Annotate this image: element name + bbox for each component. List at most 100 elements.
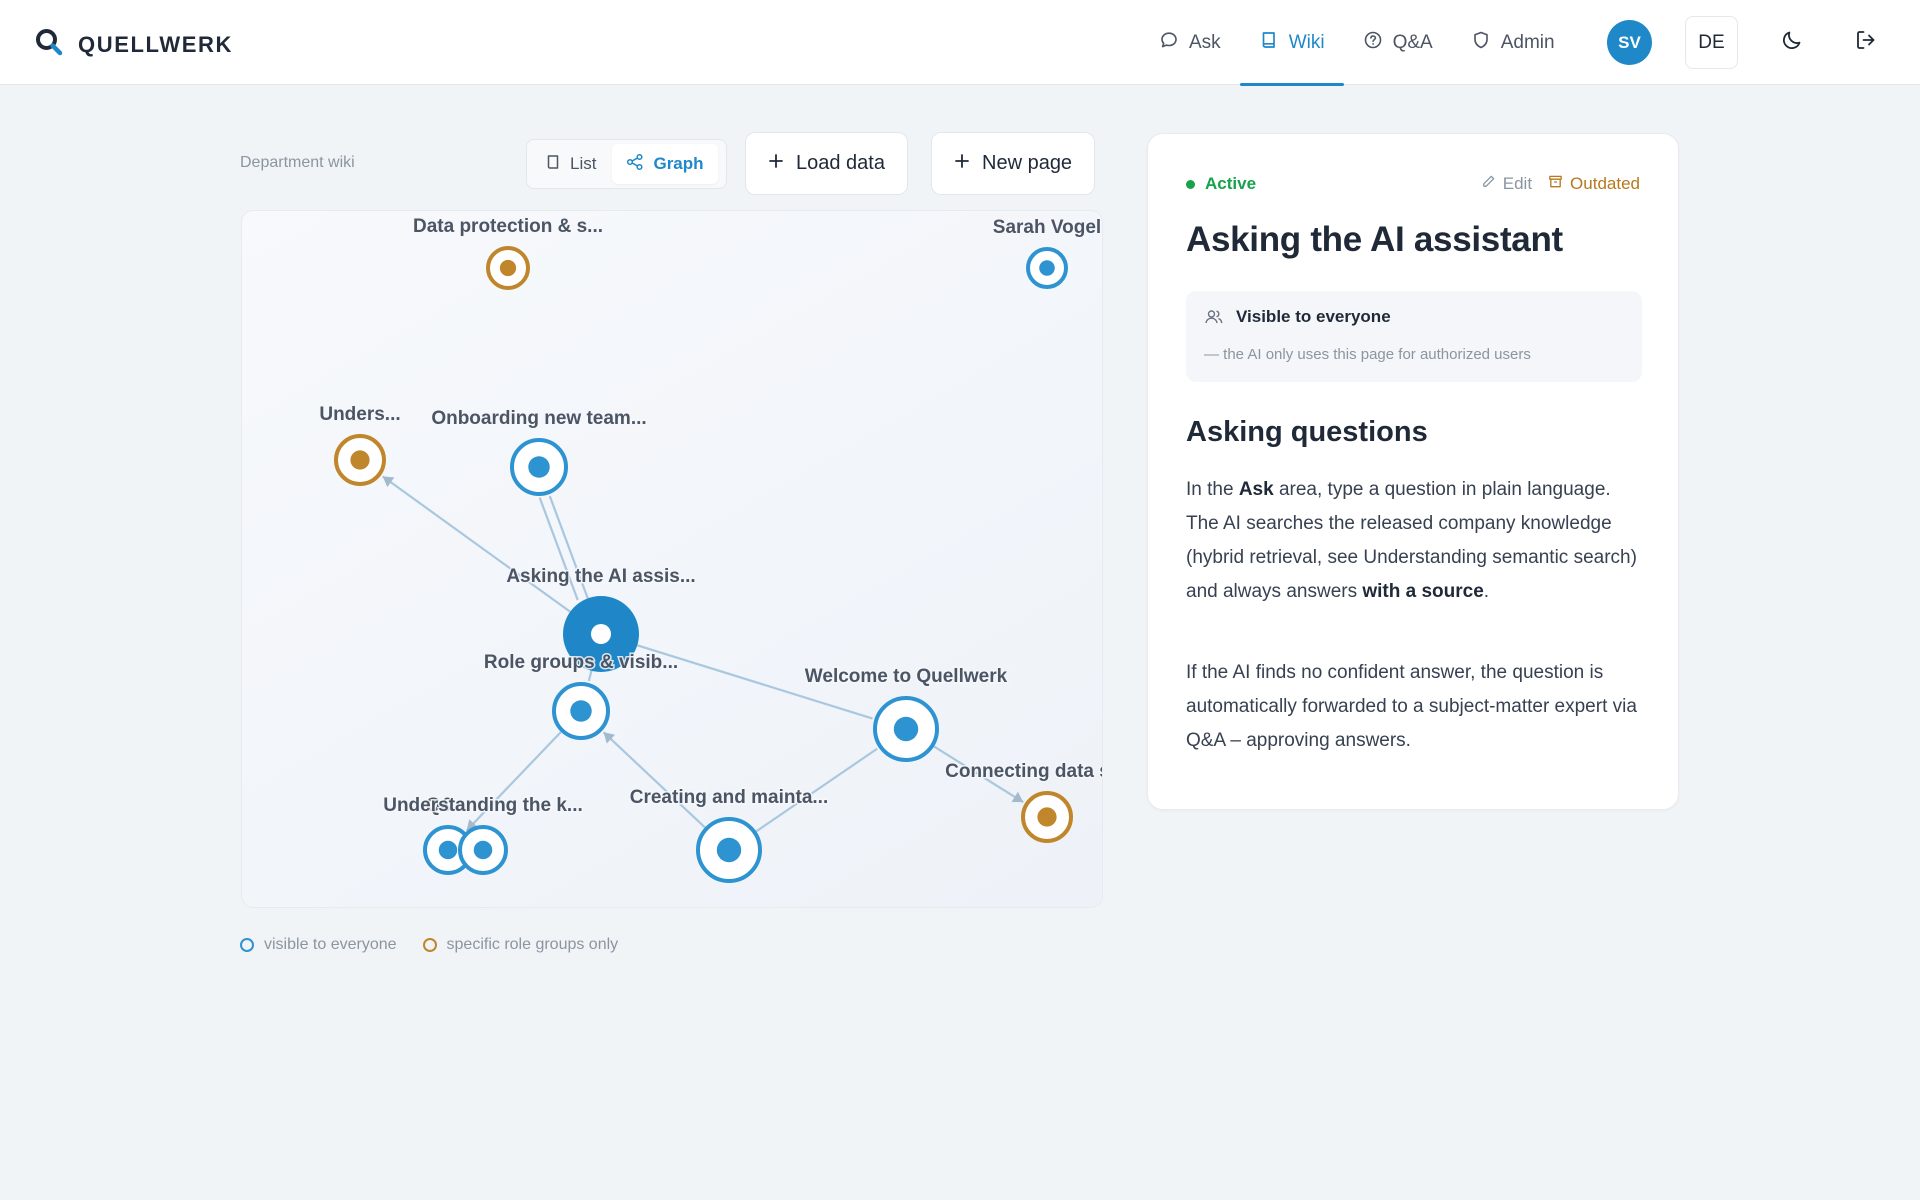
main-nav: Ask Wiki Q&A Admin — [1140, 0, 1574, 86]
theme-toggle-button[interactable] — [1774, 24, 1810, 60]
graph-node-label: Role groups & visib... — [484, 652, 678, 673]
graph-node-dataprot[interactable] — [486, 246, 530, 290]
graph-node-dot — [350, 450, 370, 470]
graph-canvas[interactable]: Data protection & s... Sarah Vogel Unders.… — [242, 211, 1103, 908]
edit-button[interactable]: Edit — [1481, 174, 1532, 194]
p1-bold-ask: Ask — [1238, 479, 1274, 500]
nav-ask[interactable]: Ask — [1140, 0, 1240, 85]
legend-public-label: visible to everyone — [264, 936, 397, 953]
view-list-button[interactable]: List — [531, 144, 610, 184]
logo-search-icon — [34, 27, 64, 62]
graph-node-label: Creating and mainta... — [630, 787, 828, 808]
graph-node-label: Onboarding new team... — [431, 408, 646, 429]
graph-node-label: Data protection & s... — [413, 216, 603, 237]
top-bar: QUELLWERK Ask Wiki Q&A Admin SV DE — [0, 0, 1920, 86]
visibility-note: — the AI only uses this page for authori… — [1204, 346, 1531, 363]
shield-icon — [1471, 30, 1491, 56]
graph-node-label: Unders... — [319, 404, 400, 425]
nav-wiki-label: Wiki — [1288, 31, 1325, 53]
graph-node-dot — [716, 837, 742, 863]
load-data-label: Load data — [796, 152, 885, 174]
legend-restricted-label: specific role groups only — [446, 936, 619, 953]
mark-outdated-button[interactable]: Outdated — [1548, 174, 1640, 194]
user-avatar[interactable]: SV — [1607, 20, 1652, 65]
graph-edge-asking-under — [382, 475, 571, 613]
moon-icon — [1780, 28, 1804, 57]
p1-bold-source: with a source — [1362, 581, 1484, 602]
nav-qa[interactable]: Q&A — [1344, 0, 1452, 85]
graph-node-onboard[interactable] — [510, 438, 568, 496]
breadcrumb: Department wiki — [240, 154, 355, 171]
language-switch[interactable]: DE — [1685, 16, 1738, 69]
graph-legend: visible to everyone specific role groups… — [240, 936, 618, 954]
load-data-button[interactable]: Load data — [745, 132, 908, 195]
graph-node-under[interactable] — [334, 434, 386, 486]
p1-text-1: In the — [1186, 479, 1239, 500]
graph-node-roles[interactable] — [552, 682, 610, 740]
graph-node-dot — [499, 259, 517, 277]
graph-node-dot — [528, 456, 550, 478]
page-actions: Edit Outdated — [1481, 174, 1640, 194]
view-graph-label: Graph — [653, 154, 704, 173]
list-book-icon — [545, 154, 561, 175]
graph-node-label: Sarah Vogel — [993, 217, 1101, 238]
edit-label: Edit — [1502, 174, 1533, 193]
graph-node-dot — [893, 716, 919, 742]
brand[interactable]: QUELLWERK — [34, 27, 233, 62]
graph-node-dot — [570, 700, 592, 722]
view-graph-button[interactable]: Graph — [612, 144, 718, 184]
p1-text-3: . — [1483, 581, 1490, 602]
nav-ask-label: Ask — [1189, 31, 1221, 53]
paragraph-fallback: If the AI finds no confident answer, the… — [1186, 662, 1637, 751]
view-list-label: List — [570, 154, 597, 173]
view-switch: List Graph — [526, 139, 727, 189]
graph-node-label: Welcome to Quellwerk — [805, 666, 1008, 687]
graph-node-label: Connecting data sou... — [945, 761, 1103, 782]
plus-icon — [768, 152, 784, 175]
plus-icon — [954, 152, 970, 175]
status-label: Active — [1205, 174, 1257, 193]
graph-node-dot — [473, 840, 493, 860]
graph-node-label: Understanding the k... — [383, 795, 583, 816]
section-title: Asking questions — [1186, 416, 1428, 448]
users-icon — [1204, 307, 1224, 332]
nav-qa-label: Q&A — [1392, 31, 1433, 53]
graph-node-dot — [1037, 807, 1057, 827]
legend-restricted-marker — [422, 938, 437, 952]
legend-public: visible to everyone — [240, 936, 397, 954]
graph-node-understanding[interactable] — [458, 825, 508, 875]
status-dot — [1186, 179, 1195, 189]
new-page-button[interactable]: New page — [931, 132, 1096, 195]
logout-icon — [1854, 28, 1878, 57]
graph-node-creating[interactable] — [696, 817, 762, 883]
new-page-label: New page — [982, 152, 1073, 174]
visibility-label: Visible to everyone — [1236, 307, 1391, 326]
graph-edge-creating-roles — [602, 731, 706, 829]
nav-admin-label: Admin — [1500, 31, 1555, 53]
paragraph-ask: In the Ask area, type a question in plai… — [1186, 473, 1644, 609]
nav-wiki[interactable]: Wiki — [1239, 0, 1344, 86]
graph-node-welcome[interactable] — [873, 696, 939, 762]
pencil-icon — [1481, 174, 1496, 194]
legend-restricted: specific role groups only — [422, 936, 619, 954]
help-circle-icon — [1363, 30, 1383, 56]
book-icon — [1259, 30, 1279, 56]
nav-admin[interactable]: Admin — [1452, 0, 1574, 85]
chat-bubble-icon — [1159, 30, 1179, 56]
outdated-label: Outdated — [1570, 174, 1640, 193]
graph-edge-arrow — [382, 476, 395, 488]
page-title: Asking the AI assistant — [1186, 220, 1563, 259]
logout-button[interactable] — [1848, 24, 1884, 60]
share-nodes-icon — [626, 153, 644, 176]
visibility-box: Visible to everyone — the AI only uses t… — [1186, 291, 1642, 382]
graph-node-sarah[interactable] — [1026, 247, 1068, 289]
graph-node-dot — [591, 624, 611, 644]
status-badge: Active — [1186, 174, 1256, 194]
wiki-graph[interactable]: Data protection & s... Sarah Vogel Unders.… — [241, 210, 1103, 908]
graph-node-dot — [438, 840, 458, 860]
graph-node-label: Asking the AI assis... — [506, 566, 695, 587]
page-detail-card: Active Edit Outdated Asking the AI assis… — [1147, 133, 1679, 810]
graph-node-connect[interactable] — [1021, 791, 1073, 843]
graph-node-dot — [1039, 260, 1055, 276]
archive-icon — [1548, 174, 1563, 194]
